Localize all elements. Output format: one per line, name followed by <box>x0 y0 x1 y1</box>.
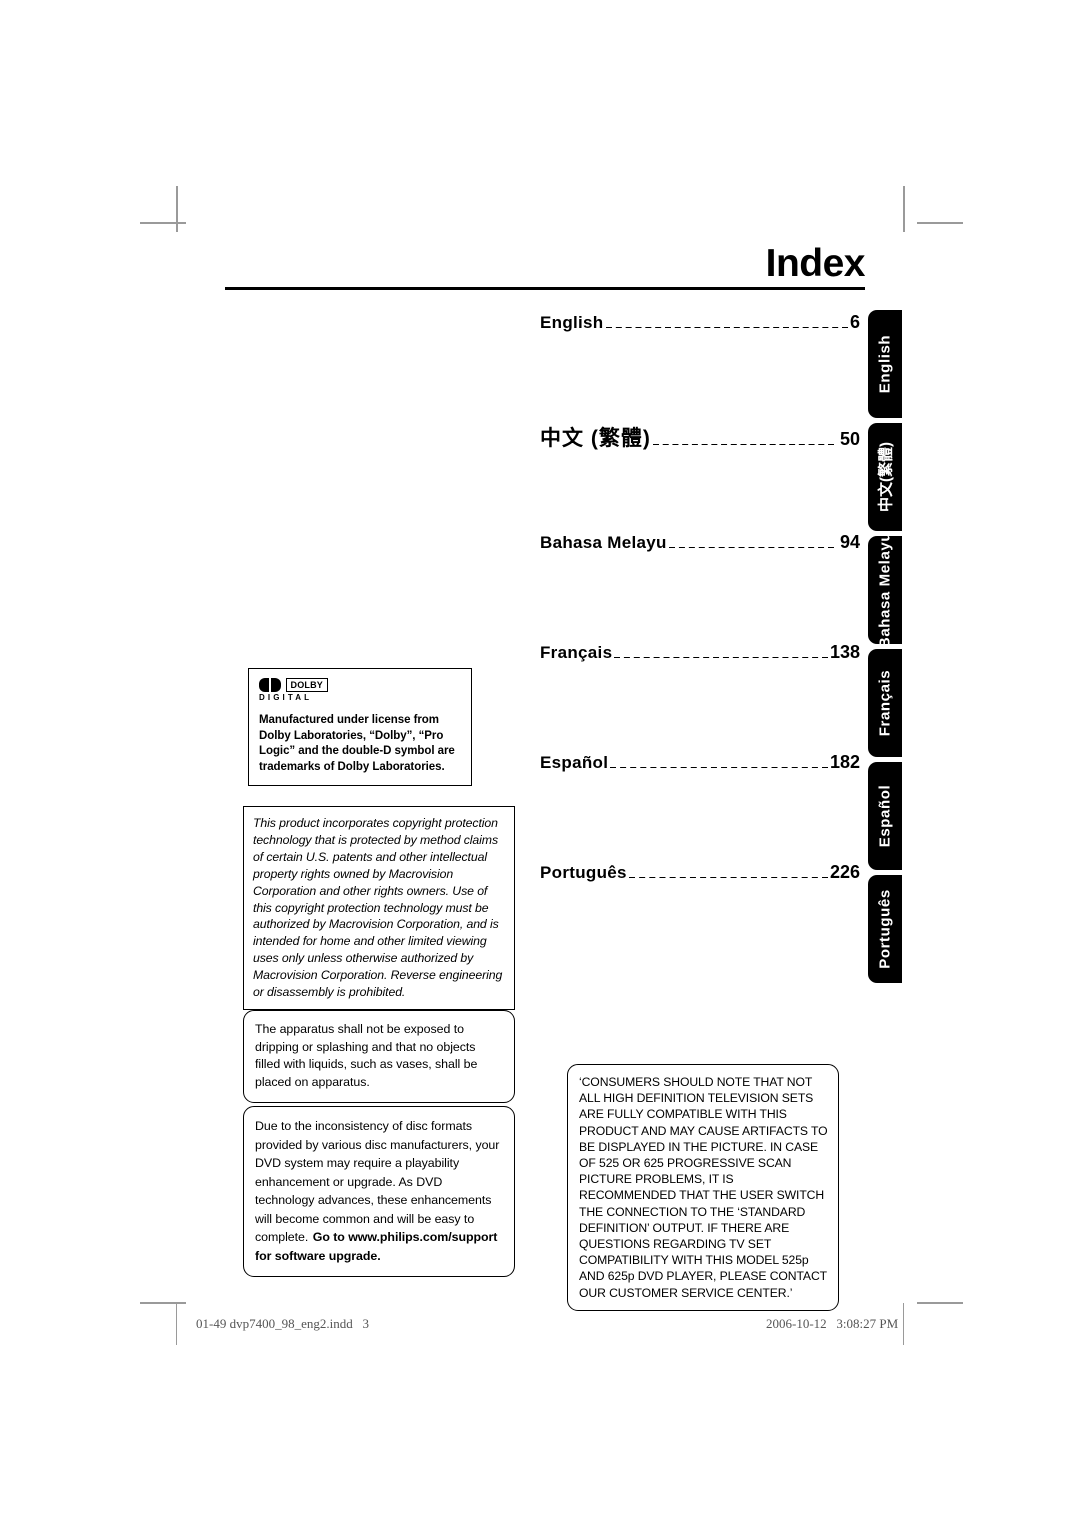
index-entry-chinese-traditional[interactable]: 中文 (繁體) 50 <box>540 422 860 532</box>
language-tab-strip: English 中文(繁體) Bahasa Melayu Français Es… <box>868 310 902 988</box>
footer-timestamp: 2006-10-12 3:08:27 PM <box>766 1316 899 1331</box>
index-entry-page: 182 <box>829 752 860 772</box>
index-entry-page: 138 <box>829 642 860 662</box>
index-entry-english[interactable]: English 6 <box>540 312 860 422</box>
index-entry-leader <box>652 444 834 445</box>
consumers-hdtv-notice-box: ‘CONSUMERS SHOULD NOTE THAT NOT ALL HIGH… <box>567 1064 839 1311</box>
index-entry-page: 226 <box>829 862 860 882</box>
macrovision-notice-text: This product incorporates copyright prot… <box>253 816 503 1000</box>
dolby-notice-box: DOLBY DIGITAL Manufactured under license… <box>248 668 472 786</box>
side-tab-english[interactable]: English <box>868 310 902 418</box>
index-entry-bahasa-melayu[interactable]: Bahasa Melayu 94 <box>540 532 860 642</box>
side-tab-label: Bahasa Melayu <box>876 531 894 649</box>
side-tab-label: 中文(繁體) <box>877 442 895 512</box>
crop-mark-top-right-horizontal <box>917 222 963 224</box>
index-entry-leader <box>628 877 828 878</box>
dolby-double-d-icon <box>259 678 281 692</box>
apparatus-warning-text: The apparatus shall not be exposed to dr… <box>255 1022 478 1089</box>
dolby-digital-logo: DOLBY DIGITAL <box>259 678 461 702</box>
side-tab-label: English <box>876 334 894 394</box>
index-entry-francais[interactable]: Français 138 <box>540 642 860 752</box>
dolby-digital-wordmark: DIGITAL <box>259 693 313 702</box>
index-entry-portugues[interactable]: Português 226 <box>540 862 860 972</box>
index-entry-label: Español <box>540 753 609 772</box>
side-tab-bahasa-melayu[interactable]: Bahasa Melayu <box>868 532 902 648</box>
index-entry-label: Português <box>540 863 627 882</box>
footer-rule-left <box>176 1303 177 1345</box>
macrovision-notice-box: This product incorporates copyright prot… <box>243 806 515 1010</box>
crop-mark-top-left-horizontal <box>140 222 186 224</box>
dolby-notice-text: Manufactured under license from Dolby La… <box>259 714 455 773</box>
disc-format-notice-text: Due to the inconsistency of disc formats… <box>255 1119 500 1244</box>
index-entry-leader <box>610 767 828 768</box>
index-entry-leader <box>605 327 848 328</box>
index-entry-page: 50 <box>839 429 860 449</box>
crop-mark-bottom-left-horizontal <box>140 1302 186 1304</box>
dolby-wordmark: DOLBY <box>285 678 328 692</box>
side-tab-portugues[interactable]: Português <box>868 875 902 983</box>
footer-rule-right <box>903 1303 904 1345</box>
side-tab-label: Français <box>876 669 894 737</box>
consumers-hdtv-notice-text: ‘CONSUMERS SHOULD NOTE THAT NOT ALL HIGH… <box>579 1075 828 1300</box>
crop-mark-bottom-right-horizontal <box>917 1302 963 1304</box>
page-title: Index <box>765 242 866 285</box>
side-tab-label: Português <box>876 889 894 969</box>
index-entry-leader <box>614 657 828 658</box>
index-list: English 6 中文 (繁體) 50 Bahasa Melayu 94 Fr… <box>540 312 860 972</box>
index-entry-label: Bahasa Melayu <box>540 533 667 552</box>
title-divider <box>225 287 865 290</box>
apparatus-warning-box: The apparatus shall not be exposed to dr… <box>243 1010 515 1103</box>
side-tab-chinese-traditional[interactable]: 中文(繁體) <box>868 423 902 531</box>
index-entry-label: 中文 (繁體) <box>540 427 651 450</box>
side-tab-espanol[interactable]: Español <box>868 762 902 870</box>
index-entry-label: Français <box>540 643 613 662</box>
crop-mark-top-right-vertical <box>903 186 905 232</box>
disc-format-notice-box: Due to the inconsistency of disc formats… <box>243 1106 515 1277</box>
index-entry-page: 94 <box>839 532 860 552</box>
index-entry-leader <box>668 547 834 548</box>
crop-mark-top-left-vertical <box>176 186 178 232</box>
side-tab-label: Español <box>876 784 894 848</box>
index-entry-espanol[interactable]: Español 182 <box>540 752 860 862</box>
index-entry-label: English <box>540 313 604 332</box>
side-tab-francais[interactable]: Français <box>868 649 902 757</box>
index-entry-page: 6 <box>849 312 860 332</box>
footer-filename: 01-49 dvp7400_98_eng2.indd 3 <box>196 1316 369 1331</box>
